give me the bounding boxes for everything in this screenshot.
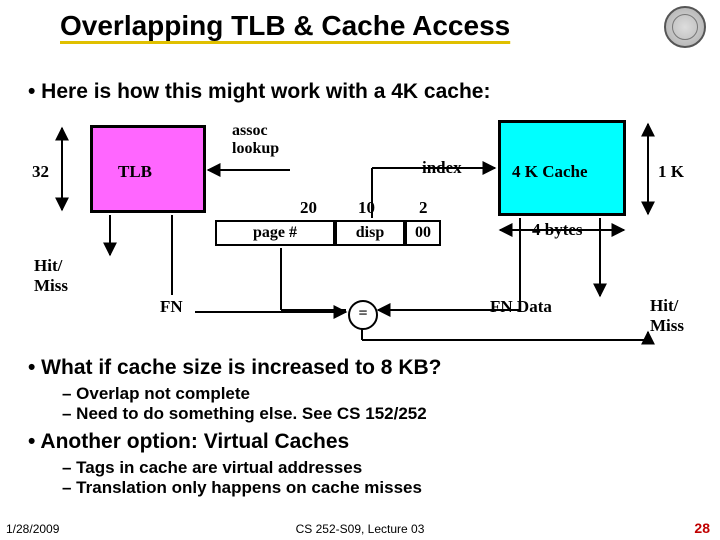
hitmiss-right-2: Miss [650, 316, 684, 336]
cache-width: 4 bytes [532, 220, 583, 240]
footer-page: 28 [694, 520, 710, 536]
dash-vcache-1: – Tags in cache are virtual addresses [62, 458, 362, 478]
fn-data: FN Data [490, 297, 552, 317]
dash-vcache-2: – Translation only happens on cache miss… [62, 478, 422, 498]
dash-q8k-2: – Need to do something else. See CS 152/… [62, 404, 427, 424]
bullet-q8k: • What if cache size is increased to 8 K… [28, 356, 441, 380]
footer-mid: CS 252-S09, Lecture 03 [0, 522, 720, 536]
index-label: index [422, 158, 462, 178]
fn-label: FN [160, 297, 183, 317]
addr-tag-bits: 20 [300, 198, 317, 218]
tlb-bits: 32 [32, 162, 49, 182]
addr-index-cell: disp [335, 220, 405, 246]
hitmiss-right-1: Hit/ [650, 296, 678, 316]
hitmiss-left-1: Hit/ [34, 256, 62, 276]
addr-tag-cell: page # [215, 220, 335, 246]
hitmiss-left-2: Miss [34, 276, 68, 296]
cache-height: 1 K [658, 162, 684, 182]
addr-off-cell: 00 [405, 220, 441, 246]
page-title: Overlapping TLB & Cache Access [60, 10, 510, 42]
assoc-label-2: lookup [232, 140, 279, 158]
seal-icon [664, 6, 706, 48]
assoc-label-1: assoc [232, 122, 268, 140]
bullet-vcache: • Another option: Virtual Caches [28, 430, 349, 454]
tlb-label: TLB [118, 162, 152, 182]
addr-off-bits: 2 [419, 198, 428, 218]
comparator: = [348, 300, 378, 330]
cache-label: 4 K Cache [512, 162, 588, 182]
dash-q8k-1: – Overlap not complete [62, 384, 250, 404]
bullet-intro: • Here is how this might work with a 4K … [28, 80, 490, 104]
addr-index-bits: 10 [358, 198, 375, 218]
